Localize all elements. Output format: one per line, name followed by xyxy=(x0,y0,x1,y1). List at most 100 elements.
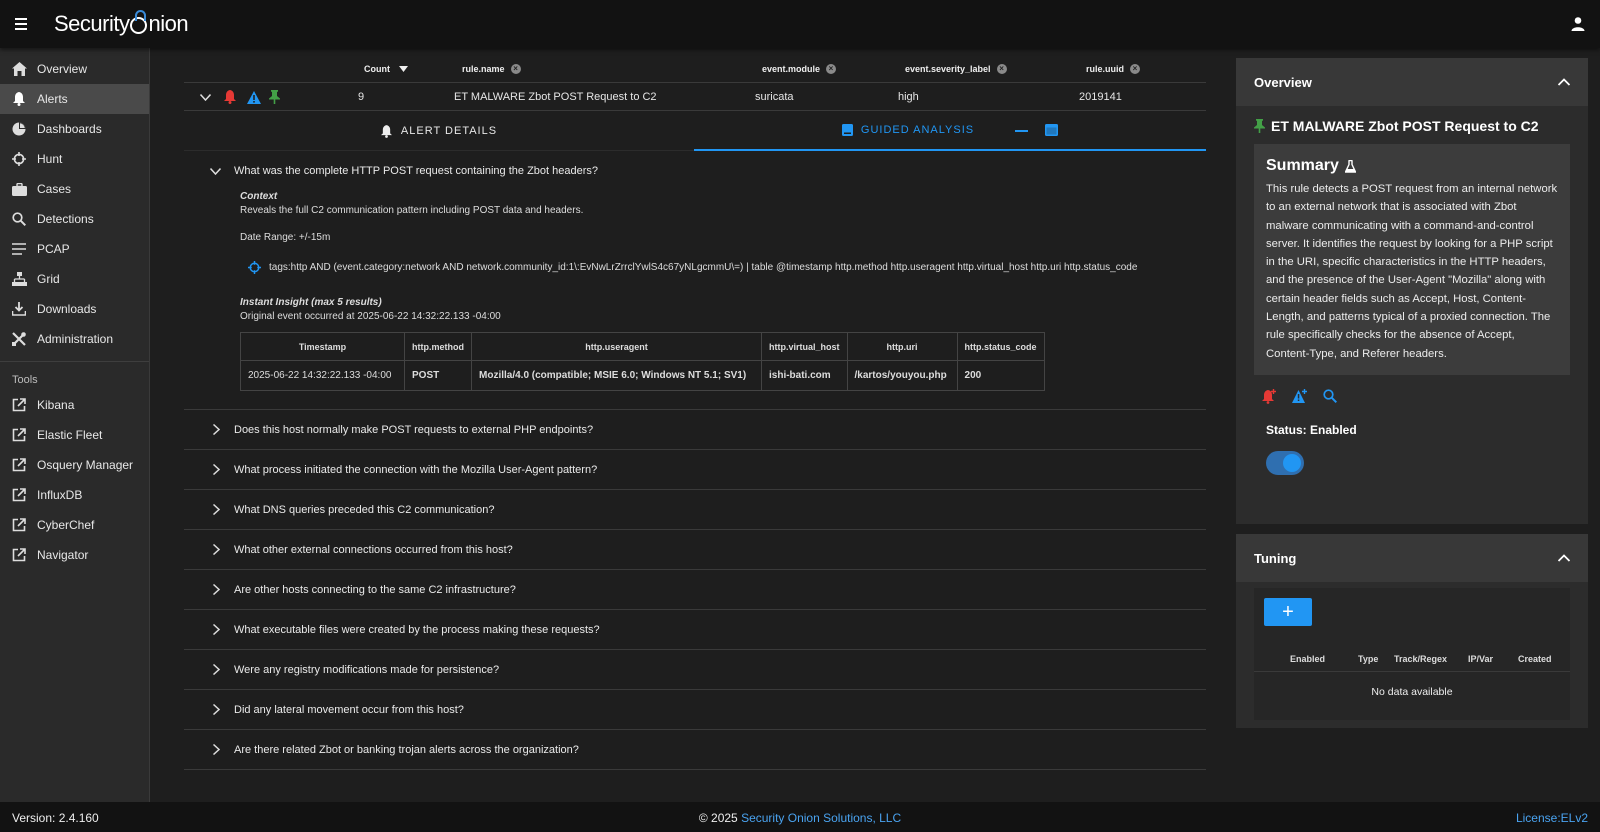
guided-question-item[interactable]: Did any lateral movement occur from this… xyxy=(184,690,1206,730)
panel-title: Tuning xyxy=(1254,550,1297,566)
tuning-column-header: Track/Regex xyxy=(1394,654,1448,664)
chevron-right-icon[interactable] xyxy=(184,664,234,675)
sidebar-tool-influxdb[interactable]: InfluxDB xyxy=(0,480,149,510)
sidebar-item-alerts[interactable]: Alerts xyxy=(0,84,149,114)
sidebar-tool-cyberchef[interactable]: CyberChef xyxy=(0,510,149,540)
chevron-right-icon[interactable] xyxy=(184,424,234,435)
escalate-alert-icon[interactable] xyxy=(224,83,236,111)
chevron-down-icon[interactable] xyxy=(184,167,234,175)
chevron-right-icon[interactable] xyxy=(184,464,234,475)
sidebar-item-administration[interactable]: Administration xyxy=(0,324,149,354)
alert-rule-name: ET MALWARE Zbot POST Request to C2 xyxy=(454,91,657,103)
column-header-count[interactable]: Count xyxy=(364,55,408,83)
logo-text-security: Security xyxy=(54,11,130,36)
tuning-column-header: Created xyxy=(1518,654,1552,664)
remove-column-icon[interactable]: × xyxy=(826,64,837,74)
sidebar-item-dashboards[interactable]: Dashboards xyxy=(0,114,149,144)
guided-question-item[interactable]: Are there related Zbot or banking trojan… xyxy=(184,730,1206,770)
guided-question-item[interactable]: What DNS queries preceded this C2 commun… xyxy=(184,490,1206,530)
sidebar-tool-osquery-manager[interactable]: Osquery Manager xyxy=(0,450,149,480)
sidebar-item-grid[interactable]: Grid xyxy=(0,264,149,294)
chevron-right-icon[interactable] xyxy=(184,504,234,515)
flask-icon xyxy=(1344,159,1356,173)
sidebar-item-overview[interactable]: Overview xyxy=(0,54,149,84)
guided-question-item[interactable]: What process initiated the connection wi… xyxy=(184,450,1206,490)
remove-column-icon[interactable]: × xyxy=(1130,64,1140,74)
briefcase-icon xyxy=(11,181,27,197)
sidebar-item-detections[interactable]: Detections xyxy=(0,204,149,234)
footer: Version: 2.4.160 © 2025 Security Onion S… xyxy=(0,802,1600,832)
external-link-icon xyxy=(11,397,27,413)
guided-question-item[interactable]: Were any registry modifications made for… xyxy=(184,650,1206,690)
book-icon xyxy=(841,124,853,136)
guided-question-header[interactable]: What was the complete HTTP POST request … xyxy=(184,151,1206,191)
guided-question-item[interactable]: Does this host normally make POST reques… xyxy=(184,410,1206,450)
external-link-icon xyxy=(11,517,27,533)
sidebar-item-hunt[interactable]: Hunt xyxy=(0,144,149,174)
bell-plus-icon[interactable] xyxy=(1262,388,1276,404)
tab-alert-details[interactable]: ALERT DETAILS xyxy=(184,111,694,151)
external-link-icon xyxy=(11,487,27,503)
chevron-up-icon[interactable] xyxy=(1558,78,1570,86)
grid-icon xyxy=(11,271,27,287)
rule-enabled-toggle[interactable] xyxy=(1266,450,1304,475)
license-link[interactable]: License:ELv2 xyxy=(1516,811,1588,825)
menu-icon[interactable] xyxy=(0,0,42,48)
alert-plus-icon[interactable] xyxy=(1292,388,1307,403)
chevron-right-icon[interactable] xyxy=(184,584,234,595)
chevron-right-icon[interactable] xyxy=(184,704,234,715)
home-icon xyxy=(11,61,27,77)
detail-tabs: ALERT DETAILS GUIDED ANALYSIS xyxy=(184,111,1206,151)
sidebar-item-pcap[interactable]: PCAP xyxy=(0,234,149,264)
column-header-severity[interactable]: event.severity_label × xyxy=(905,55,1007,83)
external-link-icon xyxy=(11,547,27,563)
top-bar: Security nion xyxy=(0,0,1600,48)
user-icon[interactable] xyxy=(1570,16,1586,32)
sidebar-item-label: Grid xyxy=(37,272,60,286)
guided-question-item[interactable]: Are other hosts connecting to the same C… xyxy=(184,570,1206,610)
sidebar-tool-elastic-fleet[interactable]: Elastic Fleet xyxy=(0,420,149,450)
sidebar-tool-label: Osquery Manager xyxy=(37,458,134,472)
copyright-prefix: © 2025 xyxy=(698,811,738,825)
search-icon[interactable] xyxy=(1323,389,1337,403)
pin-icon[interactable] xyxy=(269,83,280,111)
chevron-right-icon[interactable] xyxy=(184,744,234,755)
sidebar-tool-navigator[interactable]: Navigator xyxy=(0,540,149,570)
chevron-right-icon[interactable] xyxy=(184,544,234,555)
app-logo[interactable]: Security nion xyxy=(54,10,189,37)
tuning-panel-header[interactable]: Tuning xyxy=(1236,534,1588,582)
guided-question-item[interactable]: What other external connections occurred… xyxy=(184,530,1206,570)
chevron-right-icon[interactable] xyxy=(184,624,234,635)
chevron-up-icon[interactable] xyxy=(1558,554,1570,562)
sidebar-item-label: Dashboards xyxy=(37,122,102,136)
summary-title: Summary xyxy=(1266,157,1339,174)
remove-column-icon[interactable]: × xyxy=(510,64,521,74)
guided-question-text: Are other hosts connecting to the same C… xyxy=(234,583,516,596)
tuning-column-header: Enabled xyxy=(1290,654,1326,664)
column-header-event-module[interactable]: event.module × xyxy=(762,55,837,83)
add-tuning-button[interactable]: + xyxy=(1264,598,1312,626)
tab-guided-analysis[interactable]: GUIDED ANALYSIS xyxy=(694,111,1206,151)
sidebar-tool-label: Navigator xyxy=(37,548,89,562)
insight-column-header: http.status_code xyxy=(956,332,1045,361)
sidebar-tool-label: InfluxDB xyxy=(37,488,83,502)
window-icon[interactable] xyxy=(1045,124,1059,136)
minimize-icon[interactable] xyxy=(1015,128,1029,132)
table-row[interactable]: 9 ET MALWARE Zbot POST Request to C2 sur… xyxy=(184,83,1206,111)
column-header-rule-name[interactable]: rule.name × xyxy=(462,55,521,83)
external-link-icon xyxy=(11,427,27,443)
hunt-query[interactable]: tags:http AND (event.category:network AN… xyxy=(248,261,1206,274)
sidebar-item-downloads[interactable]: Downloads xyxy=(0,294,149,324)
overview-panel-header[interactable]: Overview xyxy=(1236,58,1588,106)
guided-question-item[interactable]: What executable files were created by th… xyxy=(184,610,1206,650)
remove-column-icon[interactable]: × xyxy=(996,64,1007,74)
acknowledge-alert-icon[interactable] xyxy=(247,83,261,111)
sort-desc-icon[interactable] xyxy=(399,66,408,72)
sidebar-item-cases[interactable]: Cases xyxy=(0,174,149,204)
crosshair-icon[interactable] xyxy=(248,261,261,274)
column-header-rule-uuid[interactable]: rule.uuid × xyxy=(1086,55,1140,83)
sidebar-tool-kibana[interactable]: Kibana xyxy=(0,390,149,420)
insight-table: Timestamp http.method http.useragent htt… xyxy=(240,332,1045,391)
company-link[interactable]: Security Onion Solutions, LLC xyxy=(741,811,901,825)
collapse-row-icon[interactable] xyxy=(200,83,211,111)
